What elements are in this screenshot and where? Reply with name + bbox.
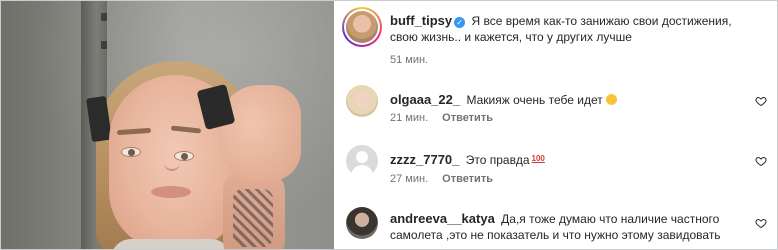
heart-outline-icon[interactable] [755, 95, 767, 107]
comment-text: zzzz_7770_ Это правда 100 [390, 151, 750, 168]
comment-time[interactable]: 21 мин. [390, 112, 428, 124]
instagram-post-window: buff_tipsy ✓ Я все время как-то занижаю с… [0, 0, 778, 250]
heart-outline-icon[interactable] [755, 155, 767, 167]
caption-time[interactable]: 51 мин. [390, 54, 428, 66]
caption-text: buff_tipsy ✓ Я все время как-то занижаю с… [390, 13, 750, 45]
comment-meta: 21 мин. Ответить [390, 112, 493, 124]
comment-body: Макияж очень тебе идет [466, 93, 603, 107]
comment-text: andreeva__katya Да,я тоже думаю что нали… [390, 211, 758, 243]
comment-body: Это правда [465, 153, 530, 167]
shirt [111, 239, 231, 249]
commenter-avatar[interactable] [346, 85, 378, 117]
commenter-username[interactable]: zzzz_7770_ [390, 152, 459, 167]
caption-timestamp: 51 мин. [390, 54, 428, 66]
door-hinge [101, 41, 107, 49]
heart-outline-icon[interactable] [755, 217, 767, 229]
comment-time[interactable]: 27 мин. [390, 173, 428, 185]
nose [164, 151, 180, 171]
person-hand [219, 85, 301, 181]
door-hinge [101, 13, 107, 21]
smiling-face-emoji-icon [605, 94, 617, 105]
comments-panel[interactable]: buff_tipsy ✓ Я все время как-то занижаю с… [334, 1, 777, 249]
author-username[interactable]: buff_tipsy [390, 13, 452, 28]
hundred-points-emoji-icon: 100 [531, 154, 545, 163]
eye-left [121, 147, 141, 157]
comment-text: olgaaa_22_ Макияж очень тебе идет [390, 92, 750, 108]
reply-button[interactable]: Ответить [442, 112, 493, 124]
wrist-tattoo [233, 189, 273, 247]
lips [151, 186, 191, 198]
post-media-image[interactable] [1, 1, 334, 249]
author-avatar[interactable] [342, 7, 382, 47]
commenter-username[interactable]: olgaaa_22_ [390, 92, 460, 107]
verified-badge-icon: ✓ [454, 17, 466, 28]
commenter-avatar[interactable] [346, 207, 378, 239]
reply-button[interactable]: Ответить [442, 173, 493, 185]
comment-meta: 27 мин. Ответить [390, 173, 493, 185]
commenter-username[interactable]: andreeva__katya [390, 211, 495, 226]
commenter-avatar[interactable] [346, 145, 378, 177]
